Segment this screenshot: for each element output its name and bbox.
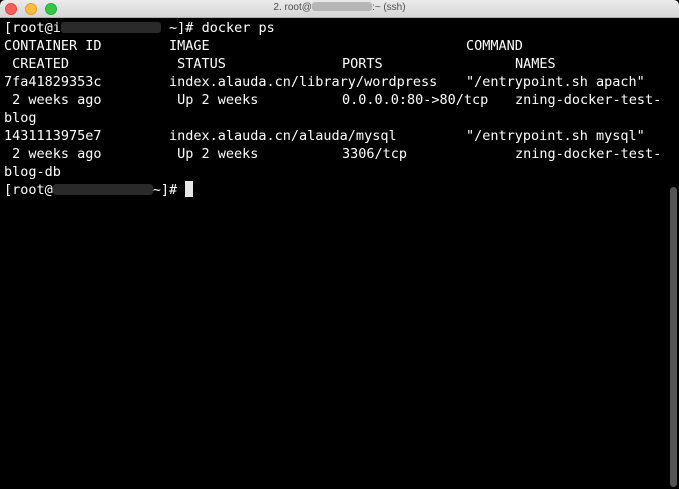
header-row-2: CREATED STATUS PORTS NAMES [4,55,664,73]
redacted-hostname [311,2,372,11]
container-command: "/entrypoint.sh mysql" [466,128,645,144]
prompt-prefix: [root@i [4,20,61,36]
command-line: [root@i ~]# docker ps [4,19,275,37]
container-row-detail: 2 weeks ago Up 2 weeks 3306/tcp zning-do… [4,145,664,163]
container-names-wrap: blog-db [4,164,61,180]
terminal-window: 2. root@ :~ (ssh) [root@i ~]# docker ps C… [0,0,679,489]
text-cursor [185,181,194,197]
container-image: index.alauda.cn/alauda/mysql [169,128,397,144]
terminal-output[interactable]: [root@i ~]# docker ps CONTAINER ID IMAGE… [0,19,668,489]
command-text: docker ps [201,20,275,36]
container-status: Up 2 weeks [169,92,259,108]
container-command: "/entrypoint.sh apach" [466,74,645,90]
container-names-wrap: blog [4,110,37,126]
container-ports: 0.0.0.0:80->80/tcp [342,92,489,108]
title-bar[interactable]: 2. root@ :~ (ssh) [0,0,679,18]
header-created: CREATED [4,56,70,72]
scrollbar[interactable] [668,19,679,489]
container-names: zning-docker-test- [515,92,662,108]
container-status: Up 2 weeks [169,146,259,162]
container-created: 2 weeks ago [4,146,102,162]
header-names: NAMES [515,56,556,72]
prompt-suffix: ~]# [169,20,202,36]
active-prompt-line[interactable]: [root@ ~]# [4,181,194,199]
window-title: 2. root@ :~ (ssh) [0,2,679,13]
container-created: 2 weeks ago [4,92,102,108]
redacted-hostname [52,184,153,195]
container-id: 1431113975e7 [4,128,102,144]
container-row-detail: 2 weeks ago Up 2 weeks 0.0.0.0:80->80/tc… [4,91,664,109]
prompt-prefix: [root@ [4,182,53,198]
header-ports: PORTS [342,56,383,72]
header-image: IMAGE [169,38,210,54]
container-ports: 3306/tcp [342,146,408,162]
header-container-id: CONTAINER ID [4,38,102,54]
prompt-suffix: ~]# [152,182,186,198]
window-title-prefix: 2. root@ [273,2,312,13]
container-names: zning-docker-test- [515,146,662,162]
window-title-suffix: :~ (ssh) [371,2,406,13]
redacted-hostname [60,22,161,33]
container-id: 7fa41829353c [4,74,102,90]
header-command: COMMAND [466,38,523,54]
header-status: STATUS [169,56,226,72]
container-row: 1431113975e7 index.alauda.cn/alauda/mysq… [4,127,664,145]
container-image: index.alauda.cn/library/wordpress [169,74,438,90]
container-row: 7fa41829353c index.alauda.cn/library/wor… [4,73,664,91]
header-row-1: CONTAINER ID IMAGE COMMAND [4,37,664,55]
scrollbar-thumb[interactable] [670,187,677,487]
